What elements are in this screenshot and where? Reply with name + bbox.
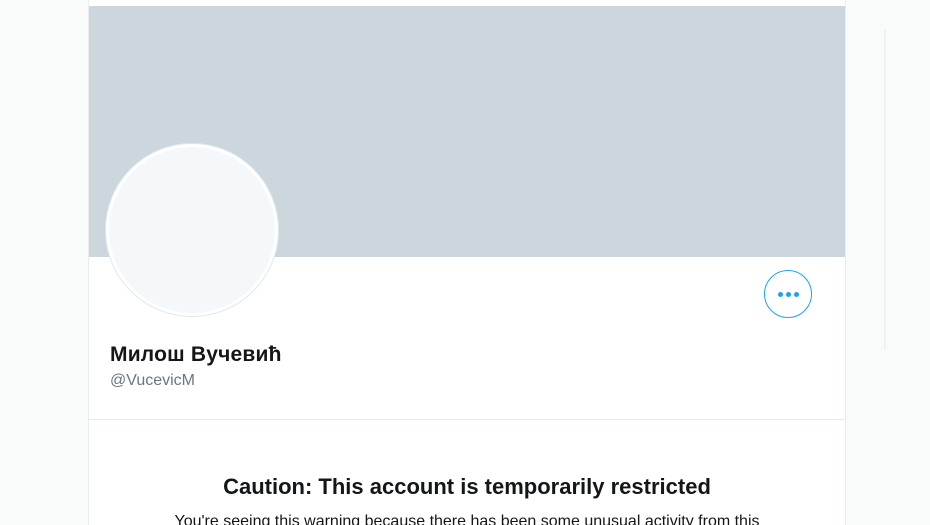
caution-text: You're seeing this warning because there… (174, 513, 760, 525)
right-column-edge (884, 30, 886, 350)
dot (785, 291, 791, 297)
divider (89, 419, 845, 420)
page: Милош Вучевић @VucevicM Caution: This ac… (0, 0, 930, 525)
caution-title: Caution: This account is temporarily res… (223, 474, 711, 499)
dot (793, 291, 799, 297)
dot (777, 291, 783, 297)
profile-card: Милош Вучевић @VucevicM Caution: This ac… (88, 0, 846, 525)
more-horizontal-icon (777, 291, 799, 297)
display-name: Милош Вучевић (110, 343, 282, 366)
avatar[interactable] (106, 144, 278, 316)
handle: @VucevicM (110, 372, 195, 389)
more-options-button[interactable] (764, 270, 812, 318)
